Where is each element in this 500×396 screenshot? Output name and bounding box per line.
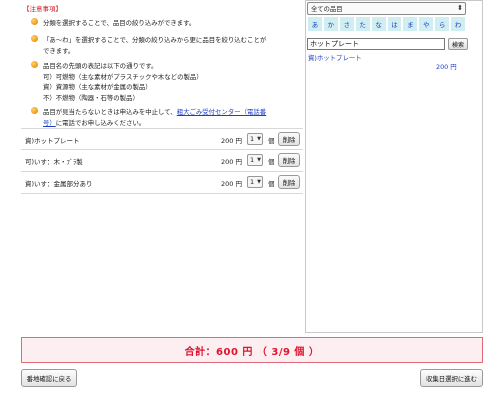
quantity-unit: 個 [268,158,275,166]
bullet-icon [31,35,38,42]
back-button[interactable]: 番地確認に戻る [21,369,77,387]
search-result-item[interactable]: 資)ホットプレート [308,53,362,62]
kana-button-ha[interactable]: は [386,16,403,32]
kana-button-ta[interactable]: た [354,16,371,32]
notice-line: 品目名の先頭の表記は以下の通りです。 [43,62,158,70]
notice-item: 分類を選択することで、品目の絞り込みができます。 [31,18,301,29]
bullet-icon [31,18,38,25]
notice-line: 資）資源物（主な素材が金属の製品） [43,83,152,91]
bullet-icon [31,107,38,114]
table-row: 資)いす：金属部分あり 200 円 1 ▼ 個 削除 [21,172,303,194]
quantity-select[interactable]: 1 ▼ [247,176,263,188]
delete-button[interactable]: 削除 [278,153,300,167]
item-search-panel: 全ての品目 ⬍ あ か さ た な は ま や ら わ ホットプレート 検索 資… [305,0,483,333]
notice-item: 品目名の先頭の表記は以下の通りです。 可）可燃物（主な素材がプラスチックや木など… [31,61,301,103]
table-row: 資)ホットプレート 200 円 1 ▼ 個 削除 [21,128,303,150]
kana-button-wa[interactable]: わ [450,16,467,32]
notice-text: 品目が見当たらないときは申込みを中止して、 [43,108,177,116]
search-button[interactable]: 検索 [448,38,468,50]
delete-button[interactable]: 削除 [278,175,300,189]
chevron-down-icon: ▼ [257,136,261,142]
chevron-updown-icon: ⬍ [457,4,463,12]
notice-line: 分類を選択することで、品目の絞り込みができます。 [43,19,196,27]
notice-line: 不）不燃物（陶器・石等の製品） [43,93,139,102]
total-summary: 合計：600 円 （ 3/9 個 ） [21,337,483,363]
kana-button-a[interactable]: あ [307,16,323,32]
kana-button-ma[interactable]: ま [402,16,419,32]
quantity-unit: 個 [268,137,275,145]
item-price: 200 円 [221,158,242,166]
notice-panel: 【注意事項】 分類を選択することで、品目の絞り込みができます。 「あ〜わ」を選択… [21,0,303,127]
selected-items: 資)ホットプレート 200 円 1 ▼ 個 削除 可)いす：木・ﾌﾞﾗ製 200 … [21,128,303,194]
contact-center-link-cont[interactable]: 号） [43,119,56,127]
notice-line: 「あ〜わ」を選択することで、分類の絞り込みから更に品目を絞り込むことが [43,36,267,44]
kana-button-sa[interactable]: さ [338,16,355,32]
notice-line: 可）可燃物（主な素材がプラスチックや木などの製品） [43,72,203,81]
kana-button-ka[interactable]: か [322,16,339,32]
item-name: 資)いす：金属部分あり [25,180,93,188]
search-input[interactable]: ホットプレート [307,38,445,50]
item-price: 200 円 [221,180,242,188]
item-price: 200 円 [221,137,242,145]
kana-filter: あ か さ た な は ま や ら わ [307,16,467,32]
kana-button-ra[interactable]: ら [434,16,451,32]
quantity-select[interactable]: 1 ▼ [247,133,263,145]
chevron-down-icon: ▼ [257,157,261,163]
notice-text: に電話でお申し込みください。 [55,118,146,127]
notice-item: 品目が見当たらないときは申込みを中止して、粗大ごみ受付センター（電話番 号）に電… [31,107,301,128]
bullet-icon [31,61,38,68]
category-select[interactable]: 全ての品目 ⬍ [307,2,466,15]
item-name: 資)ホットプレート [25,137,80,145]
table-row: 可)いす：木・ﾌﾞﾗ製 200 円 1 ▼ 個 削除 [21,150,303,172]
delete-button[interactable]: 削除 [278,132,300,146]
contact-center-link[interactable]: 粗大ごみ受付センター（電話番 [177,108,266,116]
search-result-price: 200 円 [436,63,457,71]
notice-line: できます。 [43,46,75,55]
quantity-select[interactable]: 1 ▼ [247,154,263,166]
notice-title: 【注意事項】 [23,5,62,13]
kana-button-na[interactable]: な [370,16,387,32]
next-button[interactable]: 収集日選択に進む [420,369,483,387]
chevron-down-icon: ▼ [257,179,261,185]
notice-item: 「あ〜わ」を選択することで、分類の絞り込みから更に品目を絞り込むことが できます… [31,35,301,56]
quantity-unit: 個 [268,180,275,188]
kana-button-ya[interactable]: や [418,16,435,32]
item-name: 可)いす：木・ﾌﾞﾗ製 [25,158,83,166]
